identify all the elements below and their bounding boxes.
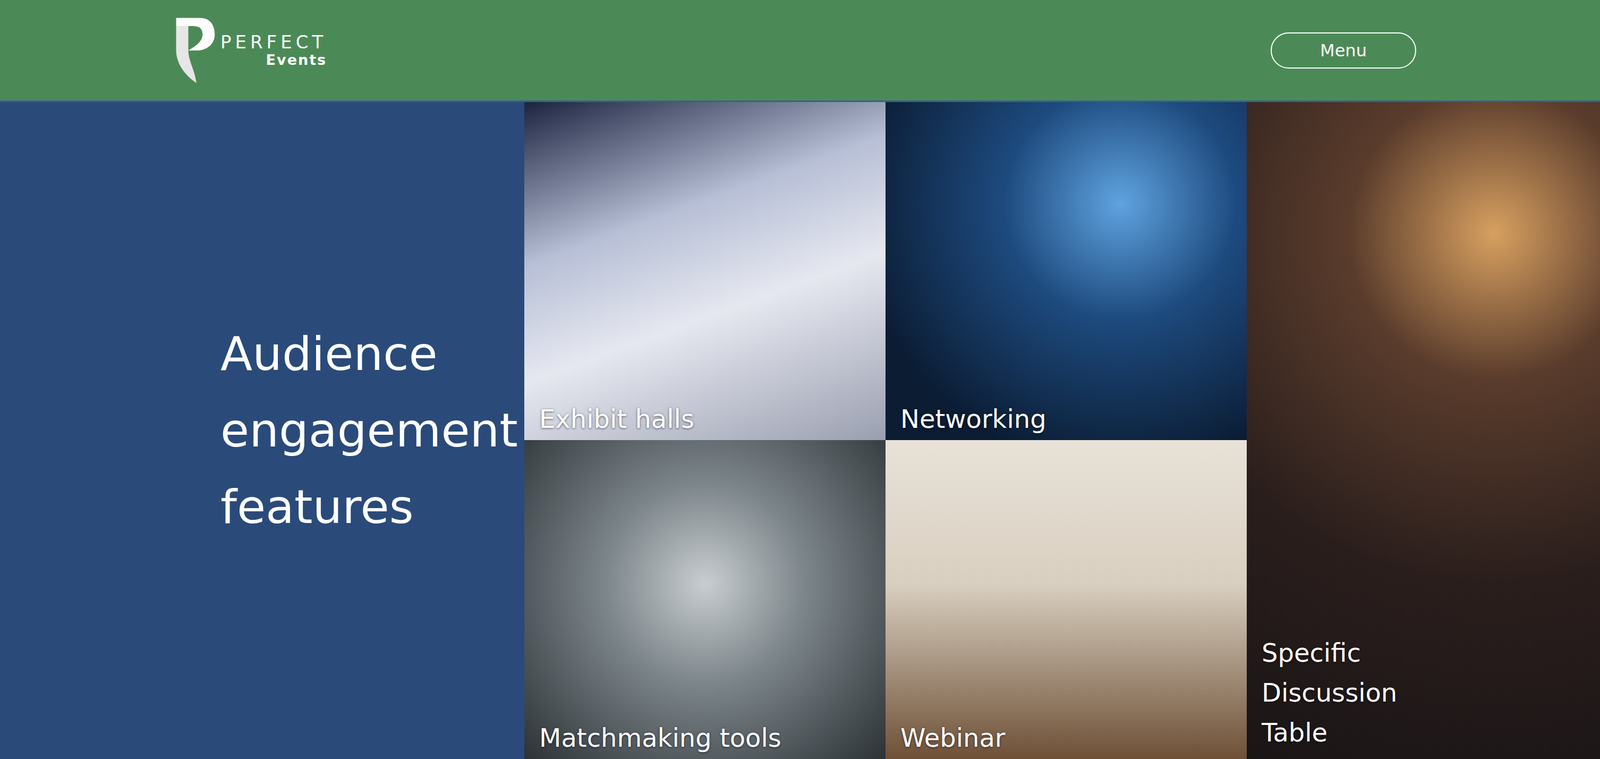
tile-label: Webinar — [900, 722, 1237, 754]
brand-name: PERFECT — [220, 32, 327, 53]
tile-label: Exhibit halls — [539, 403, 875, 435]
tile-label: Matchmaking tools — [539, 722, 875, 754]
feature-tile[interactable]: Exhibit halls — [524, 101, 886, 440]
site-header: PERFECTEvents Menu — [0, 0, 1600, 102]
feature-grid: Exhibit halls Networking Specific Discussi… — [524, 101, 1600, 759]
feature-tile[interactable]: Matchmaking tools — [524, 439, 886, 759]
logo-text: PERFECTEvents — [220, 32, 327, 68]
heading-panel: Audience engagement features — [0, 101, 525, 759]
logo-icon — [173, 15, 216, 85]
section-heading: Audience engagement features — [220, 315, 518, 546]
brand-sub: Events — [266, 52, 328, 68]
menu-button[interactable]: Menu — [1270, 32, 1417, 69]
logo[interactable]: PERFECTEvents — [173, 15, 327, 85]
feature-tile[interactable]: Networking — [885, 101, 1247, 440]
feature-tile[interactable]: Specific Discussion Table — [1246, 101, 1600, 759]
main-section: Audience engagement featuresExhibit hall… — [0, 101, 1600, 759]
tile-label: Specific Discussion Table — [1261, 632, 1432, 753]
tile-label: Networking — [900, 403, 1237, 435]
feature-tile[interactable]: Webinar — [885, 439, 1247, 759]
